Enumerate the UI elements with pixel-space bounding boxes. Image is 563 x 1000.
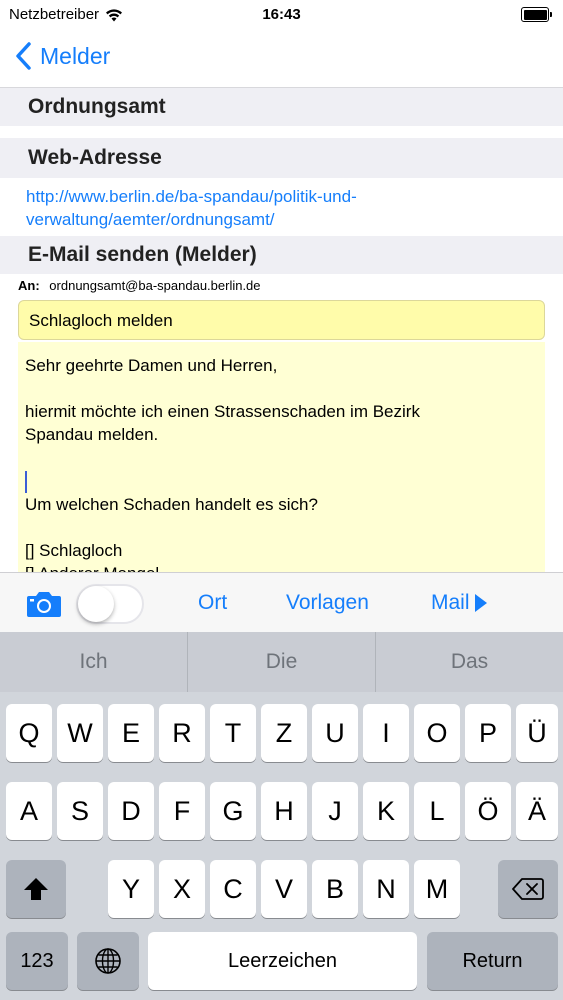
text-cursor-line <box>25 469 539 493</box>
suggestion-3[interactable]: Das <box>376 632 563 692</box>
subject-field[interactable]: Schlagloch melden <box>18 300 545 340</box>
key-u-umlaut[interactable]: Ü <box>516 704 558 762</box>
backspace-icon <box>512 878 544 900</box>
body-line <box>25 516 539 539</box>
recipient-address: ordnungsamt@ba-spandau.berlin.de <box>49 278 261 293</box>
key-o-umlaut[interactable]: Ö <box>465 782 511 840</box>
key-k[interactable]: K <box>363 782 409 840</box>
key-a-umlaut[interactable]: Ä <box>516 782 558 840</box>
key-e[interactable]: E <box>108 704 154 762</box>
globe-icon <box>95 948 121 974</box>
key-i[interactable]: I <box>363 704 409 762</box>
templates-button[interactable]: Vorlagen <box>286 591 369 615</box>
recipient-line: An: ordnungsamt@ba-spandau.berlin.de <box>18 278 261 293</box>
key-b[interactable]: B <box>312 860 358 918</box>
key-m[interactable]: M <box>414 860 460 918</box>
key-g[interactable]: G <box>210 782 256 840</box>
body-line: [] Anderer Mangel <box>25 562 539 572</box>
toggle-switch[interactable] <box>76 584 144 624</box>
key-z[interactable]: Z <box>261 704 307 762</box>
key-w[interactable]: W <box>57 704 103 762</box>
key-y[interactable]: Y <box>108 860 154 918</box>
suggestion-2[interactable]: Die <box>188 632 375 692</box>
key-t[interactable]: T <box>210 704 256 762</box>
space-key[interactable]: Leerzeichen <box>148 932 417 990</box>
keyboard: Ich Die Das Q W E R T Z U I O P Ü A S D … <box>0 632 563 1000</box>
status-bar: Netzbetreiber 16:43 <box>0 0 563 32</box>
key-d[interactable]: D <box>108 782 154 840</box>
back-button-label: Melder <box>40 42 111 69</box>
key-r[interactable]: R <box>159 704 205 762</box>
numbers-key[interactable]: 123 <box>6 932 68 990</box>
body-line: Spandau melden. <box>25 425 159 444</box>
text-cursor <box>25 470 27 493</box>
body-line: hiermit möchte ich einen Strassenschaden… <box>25 402 420 421</box>
key-h[interactable]: H <box>261 782 307 840</box>
globe-key[interactable] <box>77 932 139 990</box>
key-s[interactable]: S <box>57 782 103 840</box>
web-address-link[interactable]: http://www.berlin.de/ba-spandau/politik-… <box>26 185 546 231</box>
body-line: Sehr geehrte Damen und Herren, <box>25 356 278 375</box>
shift-arrow-icon <box>24 878 48 900</box>
toggle-knob <box>78 586 114 622</box>
location-button[interactable]: Ort <box>198 591 227 615</box>
key-v[interactable]: V <box>261 860 307 918</box>
send-mail-label: Mail <box>431 591 470 614</box>
web-address-header: Web-Adresse <box>0 138 563 178</box>
chevron-left-icon <box>16 42 31 70</box>
key-u[interactable]: U <box>312 704 358 762</box>
body-line <box>25 446 539 469</box>
key-o[interactable]: O <box>414 704 460 762</box>
backspace-key[interactable] <box>498 860 558 918</box>
navigation-bar: Melder <box>0 32 563 88</box>
key-f[interactable]: F <box>159 782 205 840</box>
suggestion-1[interactable]: Ich <box>0 632 187 692</box>
back-button[interactable]: Melder <box>14 42 110 70</box>
play-icon <box>474 594 487 612</box>
suggestion-bar: Ich Die Das <box>0 632 563 692</box>
body-line <box>25 377 539 400</box>
ordnungsamt-header: Ordnungsamt <box>0 88 563 126</box>
battery-icon <box>521 7 553 22</box>
key-x[interactable]: X <box>159 860 205 918</box>
return-key[interactable]: Return <box>427 932 558 990</box>
recipient-label: An: <box>18 278 40 293</box>
body-line: Um welchen Schaden handelt es sich? <box>25 494 318 514</box>
camera-icon[interactable] <box>26 590 62 618</box>
key-a[interactable]: A <box>6 782 52 840</box>
send-email-header: E-Mail senden (Melder) <box>0 236 563 274</box>
status-time: 16:43 <box>262 6 301 23</box>
body-line: [] Schlagloch <box>25 540 123 560</box>
message-body-field[interactable]: Sehr geehrte Damen und Herren, hiermit m… <box>18 342 545 572</box>
action-toolbar: Ort Vorlagen Mail <box>0 572 563 632</box>
key-p[interactable]: P <box>465 704 511 762</box>
shift-key[interactable] <box>6 860 66 918</box>
key-q[interactable]: Q <box>6 704 52 762</box>
key-j[interactable]: J <box>312 782 358 840</box>
key-c[interactable]: C <box>210 860 256 918</box>
key-l[interactable]: L <box>414 782 460 840</box>
send-mail-button[interactable]: Mail <box>431 591 488 615</box>
key-n[interactable]: N <box>363 860 409 918</box>
